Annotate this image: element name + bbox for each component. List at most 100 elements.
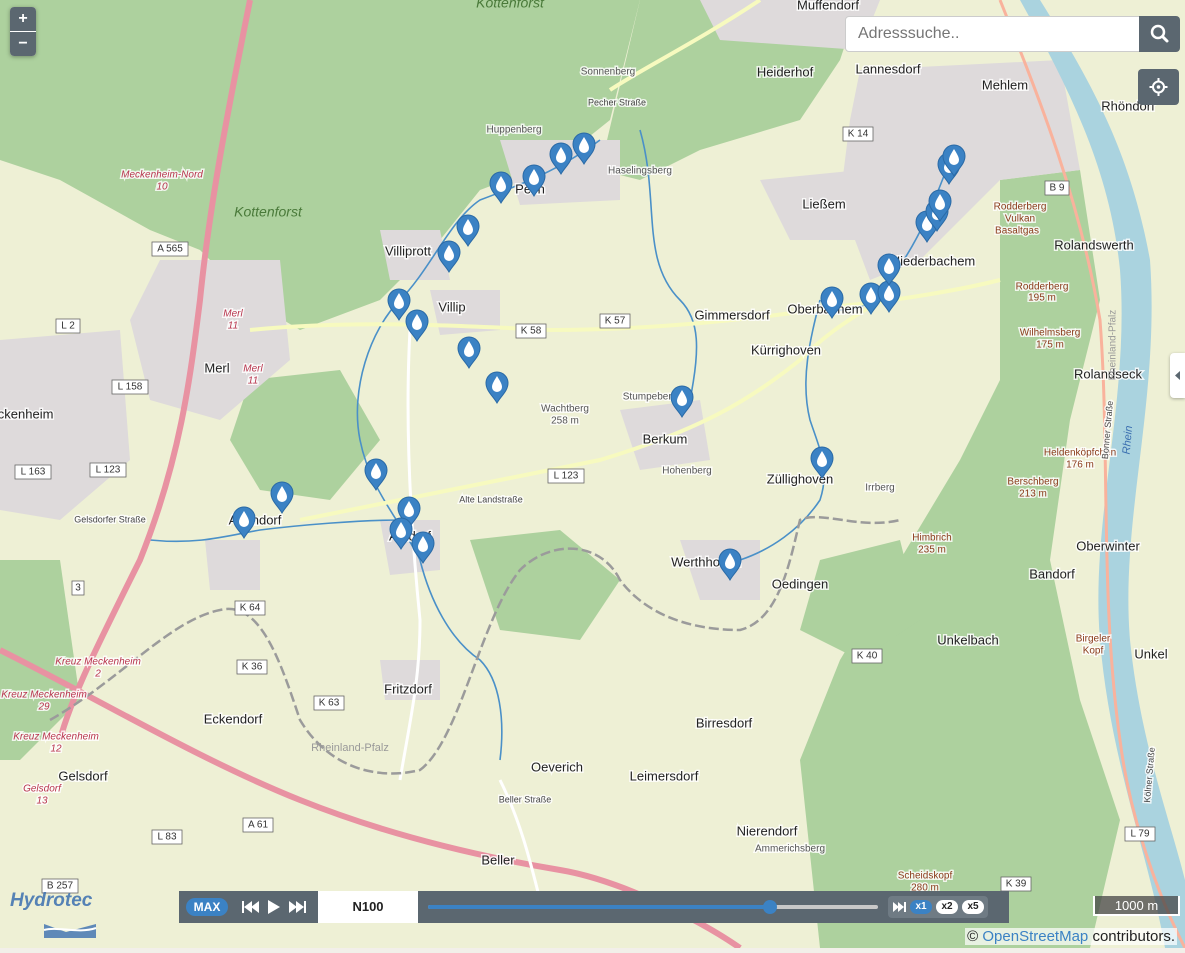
address-search: [845, 16, 1180, 52]
search-icon: [1150, 24, 1169, 43]
max-button[interactable]: MAX: [186, 898, 228, 916]
place-label-100: K 39: [1006, 879, 1027, 890]
place-label-60: 235 m: [918, 545, 946, 556]
place-label-26: Merl: [223, 309, 243, 320]
place-label-27: 11: [228, 321, 238, 332]
place-label-30: K 58: [521, 326, 542, 337]
place-label-18: Vulkan: [1005, 214, 1035, 225]
place-label-75: K 36: [242, 662, 263, 673]
map-view[interactable]: Kottenforst Muffendorf Heiderhof Lannesdorf…: [0, 0, 1185, 951]
place-label-13: Meckenheim-Nord: [121, 170, 203, 181]
place-label-72: K 40: [857, 651, 878, 662]
place-label-46: Berkum: [643, 431, 688, 446]
place-label-62: Oberwinter: [1076, 538, 1140, 553]
attribution-suffix: contributors.: [1088, 928, 1175, 945]
skip-back-button[interactable]: [239, 897, 261, 917]
place-label-73: Kreuz Meckenheim: [55, 657, 141, 668]
place-label-7: Pecher Straße: [588, 97, 646, 107]
place-label-74: 2: [94, 669, 101, 680]
place-label-55: 213 m: [1019, 489, 1047, 500]
place-label-85: Gelsdorf: [58, 768, 108, 783]
speed-control: x1 x2 x5: [888, 896, 988, 918]
place-label-25: 195 m: [1028, 293, 1056, 304]
logo-text: Hydrotec: [10, 890, 93, 911]
place-label-42: Stumpeberg: [623, 392, 677, 403]
timeline-slider[interactable]: [428, 900, 878, 914]
timeline-thumb[interactable]: [763, 900, 777, 914]
place-label-95: Ammerichsberg: [755, 844, 825, 855]
chevron-left-icon: [1175, 371, 1180, 380]
place-label-92: L 83: [157, 832, 177, 843]
place-label-68: Unkelbach: [937, 632, 998, 647]
scale-bar: 1000 m: [1093, 896, 1180, 916]
place-label-90: Beller Straße: [499, 794, 552, 804]
place-label-80: Eckendorf: [204, 711, 263, 726]
place-label-52: L 123: [554, 471, 579, 482]
play-button[interactable]: [263, 897, 285, 917]
skip-forward-icon: [289, 901, 306, 913]
place-label-97: Scheidskopf: [898, 871, 953, 882]
place-label-21: A 565: [157, 244, 183, 255]
place-label-1: Muffendorf: [797, 0, 859, 12]
place-label-44: 258 m: [551, 416, 579, 427]
place-label-14: 10: [156, 182, 168, 193]
place-label-89: 13: [36, 796, 48, 807]
hydrotec-logo: Hydrotec: [8, 888, 108, 943]
speed-x5-button[interactable]: x5: [962, 900, 984, 914]
speed-x1-button[interactable]: x1: [910, 900, 932, 914]
place-label-93: Nierendorf: [737, 823, 798, 838]
place-label-64: Bandorf: [1029, 566, 1075, 581]
place-label-59: Himbrich: [912, 533, 951, 544]
place-label-22: Rolandswerth: [1054, 237, 1134, 252]
place-label-43: Wachtberg: [541, 404, 589, 415]
place-label-6: Sonnenberg: [581, 67, 636, 78]
search-input[interactable]: [845, 16, 1141, 52]
place-label-81: Birresdorf: [696, 715, 753, 730]
place-label-67: K 64: [240, 603, 261, 614]
place-label-91: A 61: [248, 820, 268, 831]
skip-back-icon: [242, 901, 259, 913]
place-label-20: Villiprott: [385, 243, 431, 258]
place-label-79: K 63: [319, 698, 340, 709]
search-button[interactable]: [1139, 16, 1180, 52]
place-label-28: L 2: [61, 321, 75, 332]
place-label-11: K 14: [848, 129, 869, 140]
place-label-23: Niederbachem: [891, 253, 976, 268]
place-label-69: Birgeler: [1076, 634, 1111, 645]
osm-link[interactable]: OpenStreetMap: [982, 928, 1088, 945]
place-label-70: Kopf: [1083, 646, 1104, 657]
place-label-66: 3: [75, 583, 81, 594]
skip-end-icon[interactable]: [891, 899, 909, 915]
speed-x2-button[interactable]: x2: [936, 900, 958, 914]
place-label-78: 29: [37, 702, 50, 713]
place-label-37: Merl: [204, 360, 229, 375]
place-label-105: Gelsdorfer Straße: [74, 514, 146, 524]
place-label-24: Rodderberg: [1016, 282, 1069, 293]
zoom-in-button[interactable]: +: [10, 7, 36, 32]
place-label-82: Kreuz Meckenheim: [13, 732, 99, 743]
locate-button[interactable]: [1138, 69, 1179, 105]
place-label-56: Irrberg: [865, 483, 894, 494]
place-label-45: eckenheim: [0, 406, 53, 421]
place-label-29: Villip: [438, 299, 465, 314]
place-label-83: 12: [50, 744, 62, 755]
place-label-84: Rheinland-Pfalz: [311, 742, 389, 754]
place-label-77: Kreuz Meckenheim: [1, 690, 87, 701]
zoom-out-button[interactable]: −: [10, 32, 36, 56]
place-label-101: Rheinland-Pfalz: [1108, 310, 1119, 381]
place-label-36: Kürrighoven: [751, 342, 821, 357]
place-label-19: Basaltgas: [995, 226, 1039, 237]
place-label-76: Fritzdorf: [384, 681, 432, 696]
place-label-86: Oeverich: [531, 759, 583, 774]
place-label-65: Oedingen: [772, 576, 828, 591]
place-label-103: Rhein: [1121, 425, 1135, 455]
place-label-88: Gelsdorf: [23, 784, 62, 795]
place-label-41: L 158: [118, 382, 143, 393]
sidebar-toggle[interactable]: [1170, 353, 1185, 398]
scenario-field[interactable]: N100: [318, 891, 418, 923]
crosshair-icon: [1149, 78, 1168, 96]
place-label-38: Merl: [243, 364, 263, 375]
skip-forward-button[interactable]: [287, 897, 309, 917]
copyright-symbol: ©: [967, 928, 979, 945]
place-label-3: Lannesdorf: [855, 61, 920, 76]
